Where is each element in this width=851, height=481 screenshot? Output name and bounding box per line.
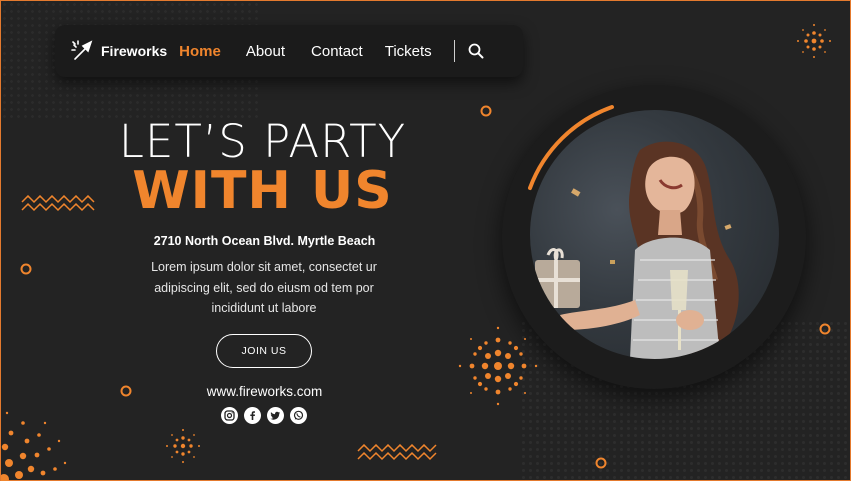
ring-decoration <box>595 457 607 469</box>
facebook-icon[interactable] <box>244 407 261 424</box>
ring-decoration <box>480 105 492 117</box>
twitter-icon[interactable] <box>267 407 284 424</box>
party-woman-photo <box>530 110 779 359</box>
social-links <box>221 407 307 424</box>
website-url[interactable]: www.fireworks.com <box>1 384 528 399</box>
firework-burst-decoration <box>166 429 200 463</box>
instagram-icon[interactable] <box>221 407 238 424</box>
event-address: 2710 North Ocean Blvd. Myrtle Beach <box>153 234 376 248</box>
firework-rocket-icon <box>69 38 95 64</box>
firework-burst-decoration <box>458 326 538 406</box>
ring-decoration <box>819 323 831 335</box>
brand-logo[interactable]: Fireworks <box>69 38 167 64</box>
search-icon[interactable] <box>465 40 487 62</box>
whatsapp-icon[interactable] <box>290 407 307 424</box>
zigzag-decoration-left <box>21 195 95 212</box>
firework-burst-decoration-corner <box>1 411 67 481</box>
brand-name: Fireworks <box>101 43 168 59</box>
nav-tickets[interactable]: Tickets <box>385 43 432 60</box>
join-us-button[interactable]: JOIN US <box>216 334 312 368</box>
nav-home[interactable]: Home <box>179 43 221 60</box>
ring-decoration <box>120 385 132 397</box>
nav-divider <box>453 40 455 62</box>
event-description: Lorem ipsum dolor sit amet, consectet ur… <box>151 260 377 315</box>
ring-decoration <box>20 263 32 275</box>
nav-about[interactable]: About <box>246 43 285 60</box>
nav-contact[interactable]: Contact <box>311 43 363 60</box>
firework-burst-decoration <box>797 24 831 58</box>
zigzag-decoration-bottom <box>357 444 437 461</box>
navigation-bar: Fireworks Home About Contact Tickets <box>55 25 523 77</box>
